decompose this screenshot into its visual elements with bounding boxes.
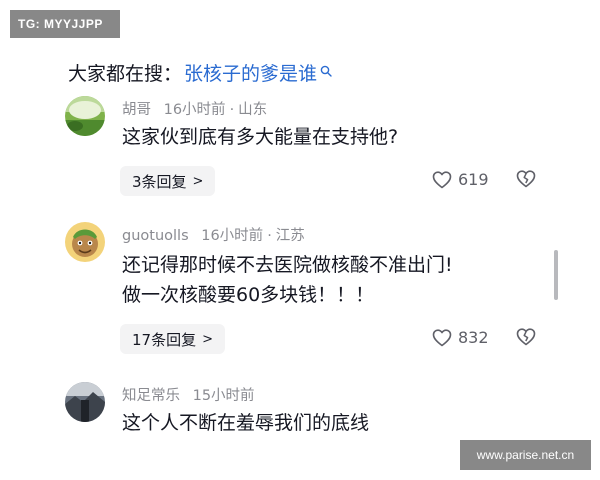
avatar[interactable] <box>65 96 105 136</box>
view-replies-button[interactable]: 3条回复 > <box>120 166 216 196</box>
comment-text: 这家伙到底有多大能量在支持他? <box>122 122 398 152</box>
like-count: 832 <box>458 328 489 347</box>
search-suggestion[interactable]: 大家都在搜： 张核子的爹是谁 <box>68 58 332 86</box>
watermark-top-left: TG: MYYJJPP <box>10 10 120 38</box>
meta-separator: · <box>267 228 272 244</box>
comment-meta: guotuolls 16小时前 · 江苏 <box>122 224 305 245</box>
comment-item: guotuolls 16小时前 · 江苏 还记得那时候不去医院做核酸不准出门! 做一… <box>0 222 600 362</box>
comment-text: 还记得那时候不去医院做核酸不准出门! 做一次核酸要60多块钱！！！ <box>122 250 453 310</box>
broken-heart-icon <box>516 170 536 188</box>
dislike-button[interactable] <box>515 328 537 350</box>
avatar[interactable] <box>65 222 105 262</box>
like-button[interactable]: 619 <box>432 170 489 189</box>
chevron-right-icon: > <box>202 331 213 347</box>
search-suggestion-prefix: 大家都在搜： <box>68 62 183 85</box>
search-suggestion-query[interactable]: 张核子的爹是谁 <box>184 59 317 86</box>
comment-username[interactable]: guotuolls <box>122 228 189 244</box>
comment-text-line: 这家伙到底有多大能量在支持他? <box>122 126 399 148</box>
comment-text-line: 做一次核酸要60多块钱！！！ <box>122 284 375 306</box>
chevron-right-icon: > <box>192 173 204 189</box>
comment-text-line: 还记得那时候不去医院做核酸不准出门! <box>122 254 453 276</box>
comment-meta: 知足常乐 15小时前 <box>122 384 255 405</box>
comment-username[interactable]: 知足常乐 <box>122 388 180 404</box>
comment-location: 山东 <box>238 102 268 118</box>
search-icon[interactable] <box>320 60 332 77</box>
heart-icon <box>432 328 452 346</box>
heart-icon <box>432 170 452 188</box>
watermark-bottom-right: www.parise.net.cn <box>460 440 591 470</box>
comment-text: 这个人不断在羞辱我们的底线 <box>122 408 369 438</box>
like-button[interactable]: 832 <box>432 328 489 347</box>
broken-heart-icon <box>516 328 536 346</box>
reply-count-label: 3条回复 <box>132 172 187 191</box>
comment-time: 16小时前 <box>163 102 226 118</box>
reply-count-label: 17条回复 <box>132 330 197 349</box>
comment-location: 江苏 <box>275 228 305 244</box>
comment-time: 15小时前 <box>192 388 255 404</box>
scrollbar[interactable] <box>554 250 558 300</box>
view-replies-button[interactable]: 17条回复 > <box>120 324 225 354</box>
comment-time: 16小时前 <box>201 228 264 244</box>
like-count: 619 <box>458 170 489 189</box>
avatar[interactable] <box>65 382 105 422</box>
comment-text-line: 这个人不断在羞辱我们的底线 <box>122 412 370 434</box>
comment-item: 胡哥 16小时前 · 山东 这家伙到底有多大能量在支持他? 3条回复 > 619 <box>0 96 600 206</box>
meta-separator: · <box>229 102 235 118</box>
dislike-button[interactable] <box>515 170 537 192</box>
comment-meta: 胡哥 16小时前 · 山东 <box>122 98 267 119</box>
comment-username[interactable]: 胡哥 <box>122 102 151 118</box>
